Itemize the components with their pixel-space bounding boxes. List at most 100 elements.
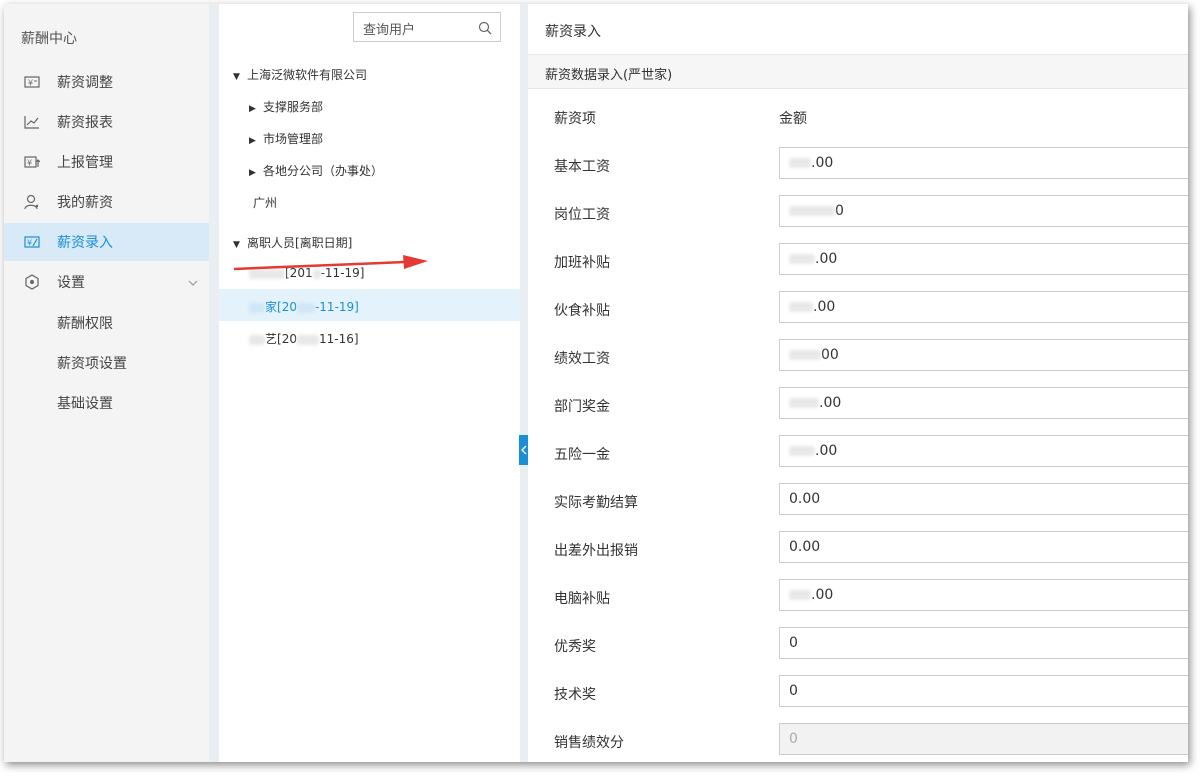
redacted-value [789, 350, 821, 360]
svg-text:¥: ¥ [27, 159, 32, 168]
upload-report-icon: ¥ [23, 153, 41, 171]
sidebar-item-label: 薪资报表 [57, 115, 113, 131]
sidebar-item-my-salary[interactable]: 我的薪资 [4, 183, 209, 221]
org-tree-panel: 查询用户 ▼ 上海泛微软件有限公司 ▶ 支撑服务部 ▶ 市场管理部 ▶ 各地分公司（办事… [209, 4, 520, 762]
salary-item-label: 加班补贴 [554, 255, 610, 271]
sidebar-subitem-permissions[interactable]: 薪酬权限 [57, 313, 113, 333]
app-window: 薪酬中心 ¥ 薪资调整 薪资报表 ¥ 上报管理 我的薪资 ¥ 薪资录入 设置 薪… [4, 4, 1188, 762]
sidebar-item-salary-entry[interactable]: ¥ 薪资录入 [4, 223, 209, 261]
tree-node-label: 支撑服务部 [263, 100, 324, 114]
caret-down-icon[interactable]: ▼ [233, 72, 247, 82]
salary-amount-value: 0 [789, 635, 798, 651]
sidebar-item-label: 上报管理 [57, 155, 113, 171]
salary-amount-input[interactable]: 0 [779, 627, 1188, 659]
sidebar-item-settings[interactable]: 设置 [4, 263, 209, 301]
salary-amount-value: 0.00 [789, 491, 821, 507]
salary-amount-input[interactable]: .00 [779, 387, 1188, 419]
sidebar-item-label: 薪资录入 [57, 235, 113, 251]
caret-right-icon[interactable]: ▶ [249, 136, 263, 146]
salary-amount-input[interactable]: .00 [779, 579, 1188, 611]
salary-amount-value: .00 [819, 395, 842, 411]
caret-right-icon[interactable]: ▶ [249, 168, 263, 178]
tree-node-label: 上海泛微软件有限公司 [247, 68, 368, 82]
salary-amount-value: 0.00 [789, 539, 821, 555]
salary-item-label: 实际考勤结算 [554, 495, 638, 511]
chevron-left-icon [521, 445, 527, 455]
svg-text:¥: ¥ [28, 79, 33, 88]
salary-amount-value: .00 [815, 443, 838, 459]
sidebar-item-label: 设置 [57, 275, 85, 291]
salary-amount-value: 00 [821, 347, 839, 363]
tree-node-company[interactable]: ▼ 上海泛微软件有限公司 [233, 66, 367, 83]
salary-amount-input: 0 [779, 723, 1188, 755]
settings-icon [23, 273, 41, 291]
caret-right-icon[interactable]: ▶ [249, 104, 263, 114]
salary-amount-value: .00 [811, 587, 834, 603]
sidebar-item-label: 薪资调整 [57, 75, 113, 91]
salary-amount-value: 0 [835, 203, 844, 219]
salary-amount-value: .00 [813, 299, 836, 315]
tree-node-dept[interactable]: ▶ 各地分公司（办事处） [249, 162, 383, 179]
salary-amount-input[interactable]: 00 [779, 339, 1188, 371]
section-header: 薪资数据录入(严世家) [528, 55, 1188, 89]
salary-amount-input[interactable]: .00 [779, 243, 1188, 275]
redacted-value [789, 158, 811, 168]
redacted-name [249, 334, 265, 345]
salary-amount-input[interactable]: 0.00 [779, 483, 1188, 515]
page-title: 薪资录入 [545, 24, 601, 40]
salary-amount-input[interactable]: .00 [779, 435, 1188, 467]
tree-node-label: 广州 [253, 196, 278, 210]
chevron-down-icon [188, 275, 198, 289]
tree-node-city[interactable]: 广州 [253, 194, 277, 211]
column-header-item: 薪资项 [554, 111, 596, 127]
red-arrow-annotation [233, 255, 428, 271]
redacted-value [789, 590, 811, 600]
svg-text:¥: ¥ [27, 239, 32, 248]
salary-amount-input[interactable]: 0 [779, 675, 1188, 707]
line-chart-icon [23, 113, 41, 131]
search-box[interactable]: 查询用户 [353, 12, 501, 42]
redacted-value [789, 446, 815, 456]
salary-item-label: 岗位工资 [554, 207, 610, 223]
sidebar-item-label: 我的薪资 [57, 195, 113, 211]
tree-node-person[interactable]: 艺[20 11-16] [249, 330, 359, 347]
money-card-icon: ¥ [23, 73, 41, 91]
sidebar-item-salary-adjust[interactable]: ¥ 薪资调整 [4, 63, 209, 101]
redacted-name [249, 302, 265, 313]
salary-item-label: 销售绩效分 [554, 735, 624, 751]
section-title: 薪资数据录入(严世家) [545, 68, 673, 83]
page-header: 薪资录入 [528, 4, 1188, 55]
search-input[interactable]: 查询用户 [363, 19, 415, 38]
salary-item-label: 部门奖金 [554, 399, 610, 415]
sidebar: 薪酬中心 ¥ 薪资调整 薪资报表 ¥ 上报管理 我的薪资 ¥ 薪资录入 设置 薪… [4, 4, 209, 762]
salary-item-label: 优秀奖 [554, 639, 596, 655]
tree-node-dept[interactable]: ▶ 支撑服务部 [249, 98, 323, 115]
main-content: 薪资录入 薪资数据录入(严世家) 薪资项 金额 基本工资 .00 岗位工资 0 加班补贴… [528, 4, 1188, 762]
salary-item-label: 技术奖 [554, 687, 596, 703]
salary-amount-input[interactable]: 0 [779, 195, 1188, 227]
salary-item-label: 出差外出报销 [554, 543, 638, 559]
salary-entry-icon: ¥ [23, 233, 41, 251]
salary-amount-value: .00 [815, 251, 838, 267]
sidebar-subitem-basic-settings[interactable]: 基础设置 [57, 393, 113, 413]
tree-node-person-selected[interactable]: 家[20 -11-19] [249, 298, 359, 315]
sidebar-item-report-manage[interactable]: ¥ 上报管理 [4, 143, 209, 181]
tree-node-dept[interactable]: ▶ 市场管理部 [249, 130, 323, 147]
salary-item-label: 伙食补贴 [554, 303, 610, 319]
search-icon[interactable] [478, 20, 492, 35]
redacted-value [789, 302, 813, 312]
salary-amount-input[interactable]: .00 [779, 147, 1188, 179]
column-header-amount: 金额 [779, 111, 807, 127]
redacted-value [789, 254, 815, 264]
sidebar-item-salary-report[interactable]: 薪资报表 [4, 103, 209, 141]
panel-divider[interactable] [520, 4, 528, 762]
salary-item-label: 五险一金 [554, 447, 610, 463]
salary-amount-value: 0 [789, 731, 798, 747]
sidebar-subitem-salary-items[interactable]: 薪资项设置 [57, 353, 127, 373]
salary-amount-input[interactable]: .00 [779, 291, 1188, 323]
salary-amount-input[interactable]: 0.00 [779, 531, 1188, 563]
salary-item-label: 电脑补贴 [554, 591, 610, 607]
redacted-value [789, 398, 819, 408]
brand-title: 薪酬中心 [21, 31, 77, 47]
salary-amount-value: .00 [811, 155, 834, 171]
